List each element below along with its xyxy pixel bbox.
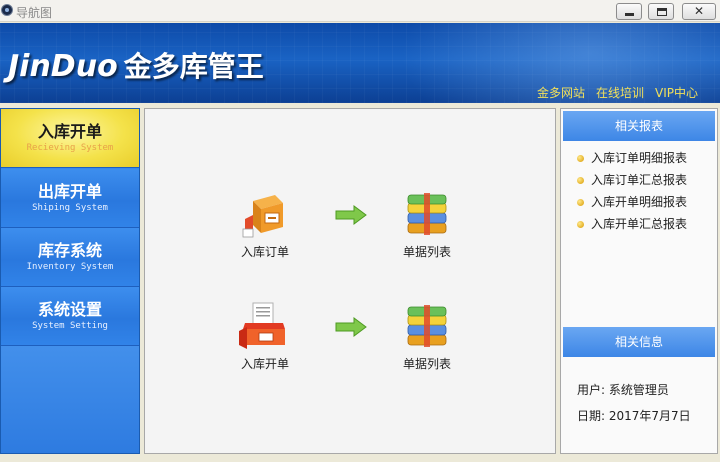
report-label: 入库订单汇总报表 — [591, 173, 688, 187]
flow-target-label: 单据列表 — [402, 357, 451, 371]
flow-document-list-2[interactable]: 单据列表 — [395, 305, 459, 372]
report-label: 入库开单明细报表 — [591, 195, 688, 209]
document-stack-icon — [407, 193, 447, 235]
sidebar-item-shipping[interactable]: 出库开单 Shiping System — [1, 169, 139, 228]
sidebar-item-label: 出库开单 — [37, 182, 102, 201]
window-title: 导航图 — [16, 6, 53, 20]
close-button[interactable]: ✕ — [682, 3, 716, 20]
main-flow-area: 入库订单 单据列表 入库开单 单据列表 — [144, 108, 556, 454]
user-info: 用户: 系统管理员 — [577, 381, 669, 398]
sidebar-item-settings[interactable]: 系统设置 System Setting — [1, 287, 139, 346]
date-info: 日期: 2017年7月7日 — [577, 407, 691, 424]
arrow-right-icon — [335, 205, 367, 225]
arrow-right-icon — [335, 317, 367, 337]
header-links: 金多网站 在线培训 VIP中心 — [537, 84, 698, 101]
sidebar-item-inventory[interactable]: 库存系统 Inventory System — [1, 228, 139, 287]
sidebar-item-receiving[interactable]: 入库开单 Recieving System — [1, 109, 139, 168]
info-panel-title: 相关信息 — [563, 327, 715, 357]
report-link[interactable]: 入库订单汇总报表 — [577, 169, 687, 191]
bullet-icon — [577, 199, 584, 206]
flow-inbound-receipt[interactable]: 入库开单 — [233, 301, 297, 372]
report-link[interactable]: 入库开单明细报表 — [577, 191, 687, 213]
close-icon: ✕ — [693, 4, 705, 18]
bullet-icon — [577, 155, 584, 162]
flow-inbound-order[interactable]: 入库订单 — [233, 191, 297, 260]
report-label: 入库开单汇总报表 — [591, 217, 688, 231]
link-website[interactable]: 金多网站 — [537, 84, 585, 101]
link-online-training[interactable]: 在线培训 — [596, 84, 644, 101]
sidebar-item-subtitle: Recieving System — [26, 143, 114, 153]
sidebar-item-label: 系统设置 — [37, 300, 102, 319]
inbound-box-icon — [239, 302, 285, 349]
app-logo: JinDuo 金多库管王 — [8, 45, 264, 85]
minimize-button[interactable] — [616, 3, 642, 20]
sidebar-item-subtitle: Shiping System — [32, 203, 108, 213]
maximize-button[interactable] — [648, 3, 674, 20]
maximize-icon — [657, 8, 667, 16]
date-label: 日期: — [577, 409, 606, 423]
link-vip-center[interactable]: VIP中心 — [655, 84, 698, 101]
reports-panel-title: 相关报表 — [563, 111, 715, 141]
sidebar-nav: 入库开单 Recieving System 出库开单 Shiping Syste… — [0, 108, 140, 454]
order-box-icon — [242, 195, 283, 238]
bullet-icon — [577, 221, 584, 228]
flow-target-label: 单据列表 — [402, 245, 451, 259]
report-link[interactable]: 入库订单明细报表 — [577, 147, 687, 169]
sidebar-item-subtitle: System Setting — [32, 321, 108, 331]
flow-document-list-1[interactable]: 单据列表 — [395, 193, 459, 260]
flow-source-label: 入库开单 — [240, 357, 289, 371]
user-value: 系统管理员 — [608, 383, 669, 397]
document-stack-icon — [407, 305, 447, 347]
sidebar-item-label: 库存系统 — [37, 241, 102, 260]
window-titlebar: 导航图 ✕ — [0, 0, 720, 22]
sidebar-item-subtitle: Inventory System — [26, 262, 114, 272]
sidebar-item-label: 入库开单 — [37, 122, 102, 141]
flow-source-label: 入库订单 — [240, 245, 289, 259]
report-link[interactable]: 入库开单汇总报表 — [577, 213, 687, 235]
date-value: 2017年7月7日 — [608, 409, 691, 423]
logo-cn: 金多库管王 — [123, 50, 264, 83]
right-panel: 相关报表 入库订单明细报表 入库订单汇总报表 入库开单明细报表 入库开单汇总报表… — [560, 108, 718, 454]
bullet-icon — [577, 177, 584, 184]
logo-en: JinDuo — [8, 49, 118, 84]
report-list: 入库订单明细报表 入库订单汇总报表 入库开单明细报表 入库开单汇总报表 — [577, 147, 687, 235]
header-banner: JinDuo 金多库管王 金多网站 在线培训 VIP中心 — [0, 23, 720, 103]
report-label: 入库订单明细报表 — [591, 151, 688, 165]
user-label: 用户: — [577, 383, 606, 397]
app-icon — [1, 4, 13, 16]
minimize-icon — [625, 13, 634, 16]
